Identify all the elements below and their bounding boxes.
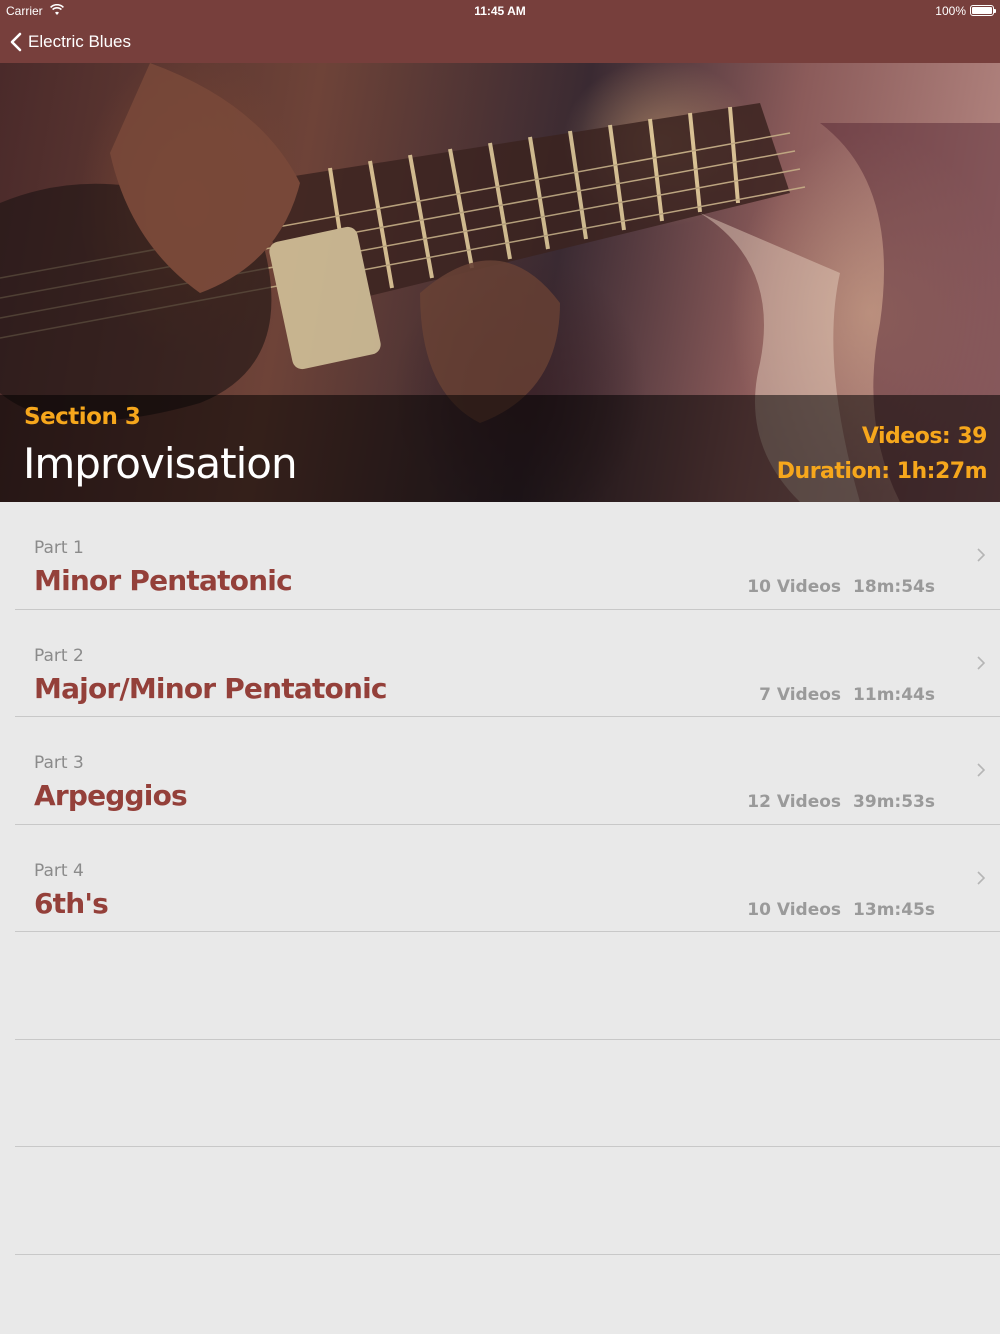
- part-meta: 12 Videos 39m:53s: [747, 792, 935, 812]
- empty-row: [15, 1040, 1000, 1147]
- part-number: Part 3: [34, 753, 84, 773]
- battery-percent: 100%: [935, 4, 966, 18]
- part-meta: 7 Videos 11m:44s: [759, 685, 935, 705]
- navigation-bar: Electric Blues: [0, 22, 1000, 63]
- status-bar: Carrier 11:45 AM 100%: [0, 0, 1000, 22]
- part-video-count: 7 Videos: [759, 684, 842, 705]
- part-video-count: 10 Videos: [747, 577, 842, 597]
- battery-icon: [970, 5, 996, 16]
- part-title: Major/Minor Pentatonic: [34, 671, 388, 705]
- chevron-right-icon: [977, 763, 985, 777]
- back-button[interactable]: Electric Blues: [10, 29, 131, 55]
- chevron-right-icon: [977, 548, 985, 562]
- parts-list: Part 1 Minor Pentatonic 10 Videos 18m:54…: [0, 502, 1000, 1255]
- part-title: 6th's: [34, 886, 109, 920]
- part-number: Part 1: [34, 538, 84, 558]
- chevron-right-icon: [977, 870, 985, 885]
- empty-row: [15, 1147, 1000, 1255]
- section-hero-banner: Section 3 Improvisation Videos: 39 Durat…: [0, 63, 1000, 502]
- part-meta: 10 Videos 13m:45s: [747, 900, 935, 920]
- section-title: Improvisation: [23, 439, 298, 488]
- back-button-label: Electric Blues: [28, 32, 131, 51]
- part-row[interactable]: Part 2 Major/Minor Pentatonic 7 Videos 1…: [15, 610, 1000, 717]
- part-row[interactable]: Part 3 Arpeggios 12 Videos 39m:53s: [15, 717, 1000, 825]
- part-title: Minor Pentatonic: [34, 564, 293, 597]
- chevron-right-icon: [977, 655, 985, 670]
- status-time: 11:45 AM: [474, 4, 526, 18]
- part-row[interactable]: Part 4 6th's 10 Videos 13m:45s: [15, 825, 1000, 932]
- section-duration: Duration: 1h:27m: [776, 459, 988, 484]
- section-videos-count: Videos: 39: [861, 424, 988, 449]
- part-meta: 10 Videos 18m:54s: [747, 577, 935, 597]
- part-number: Part 2: [34, 645, 84, 666]
- part-title: Arpeggios: [34, 779, 188, 812]
- section-number: Section 3: [24, 404, 141, 430]
- part-duration: 18m:54s: [853, 577, 935, 597]
- empty-row: [15, 932, 1000, 1040]
- part-video-count: 10 Videos: [747, 899, 842, 920]
- part-duration: 13m:45s: [853, 899, 935, 920]
- part-row[interactable]: Part 1 Minor Pentatonic 10 Videos 18m:54…: [15, 502, 1000, 610]
- part-duration: 11m:44s: [853, 684, 935, 705]
- chevron-left-icon: [10, 32, 22, 52]
- part-duration: 39m:53s: [853, 792, 935, 812]
- part-number: Part 4: [34, 860, 84, 881]
- part-video-count: 12 Videos: [747, 792, 842, 812]
